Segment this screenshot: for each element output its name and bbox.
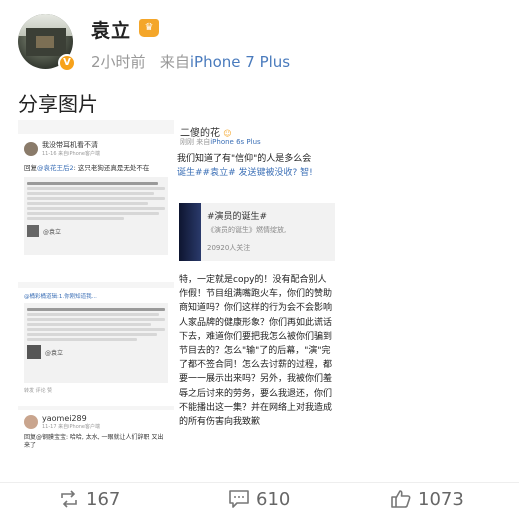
post-time: 2小时前 [91,53,146,71]
thumbs-up-icon [391,490,411,508]
avatar [24,141,38,156]
left-card-1-quote: @袁立 [24,177,168,255]
comment-button[interactable]: 610 [228,483,290,514]
left-card-2-bottom: 转发 评论 赞 [24,388,53,394]
left-card-2: @桶彩桶道辑:1.你刚知道我... @袁立 转发 评论 赞 [18,288,174,406]
left-card-1-reply: 回复@袁花王后2: 这只老狗还真是无处不在 [24,164,150,172]
comment-icon [229,490,249,508]
post-meta: 2小时前 来自iPhone 7 Plus [91,51,290,72]
post-source-device[interactable]: iPhone 7 Plus [190,53,290,71]
like-count: 1073 [418,488,464,510]
left-card-1: 我没带耳机看不清 11-16 来自iPhone客户端 回复@袁花王后2: 这只老… [18,134,174,282]
left-card-3-user: yaomei289 [42,414,87,423]
right-image-question: 我们知道了有"信仰"的人是多么会 诞生##袁立# 发送键被没收? 智! [177,154,313,178]
repost-icon [61,490,77,508]
topic-title: #演员的诞生# [207,212,268,222]
shared-image-right[interactable]: 二傻的花 ☺ 刚刚 来自iPhone 6s Plus 我们知道了有"信仰"的人是… [177,120,335,472]
repost-button[interactable]: 167 [58,483,120,514]
from-prefix: 来自 [159,53,190,71]
topic-card: #演员的诞生# 《演员的诞生》燃情绽放, 20920人关注 [179,203,335,261]
left-card-2-top: @桶彩桶道辑:1.你刚知道我... [24,294,97,300]
action-bar: 167 610 1073 [0,482,519,514]
shared-image-left[interactable]: 我没带耳机看不清 11-16 来自iPhone客户端 回复@袁花王后2: 这只老… [18,120,174,472]
left-card-3-text: 回复@钢膜宝宝: 哈哈, 太水, 一眼就让人们辞职 又出来了 [24,434,164,449]
comment-count: 610 [256,488,291,510]
avatar [24,415,38,429]
left-card-1-meta: 11-16 来自iPhone客户端 [42,151,100,157]
post-header: V 袁立 ♛ 2小时前 来自iPhone 7 Plus [18,14,508,74]
topic-subtitle: 《演员的诞生》燃情绽放, [207,226,287,234]
vip-crown-icon[interactable]: ♛ [139,19,159,37]
left-card-3: yaomei289 11-17 来自iPhone客户端 回复@钢膜宝宝: 哈哈,… [18,410,174,472]
verified-badge-icon: V [58,54,76,72]
right-image-body: 特，一定就是copy的！没有配合别人作假！节目组满嘴跑火车，你们的赞助商知道吗？… [179,275,333,428]
left-card-3-meta: 11-17 来自iPhone客户端 [42,424,100,430]
author-name[interactable]: 袁立 [91,16,131,43]
left-card-2-tag: @袁立 [45,349,64,357]
left-card-1-tag: @袁立 [43,228,62,236]
post-text: 分享图片 [18,92,98,116]
left-card-1-user: 我没带耳机看不清 [42,141,98,149]
topic-thumbnail [179,203,201,261]
like-button[interactable]: 1073 [390,483,464,514]
right-image-meta: 刚刚 来自iPhone 6s Plus [180,138,261,146]
topic-follow-count: 20920人关注 [207,244,251,252]
repost-count: 167 [86,488,121,510]
